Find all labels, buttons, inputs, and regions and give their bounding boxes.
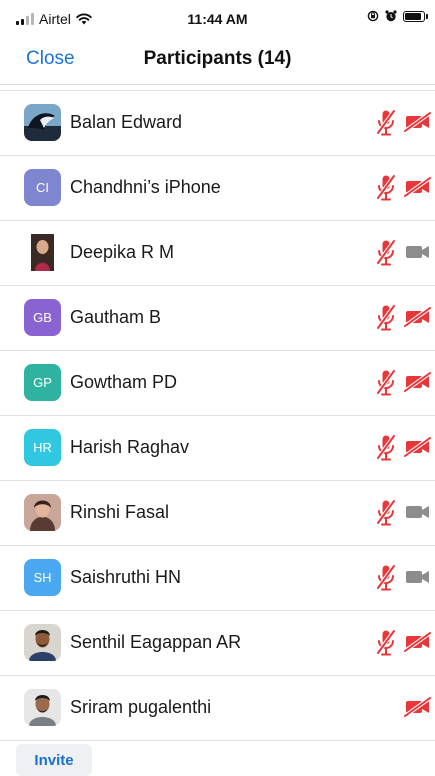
- avatar: GP: [24, 364, 61, 401]
- avatar: CI: [24, 169, 61, 206]
- orientation-lock-icon: [367, 10, 379, 22]
- participant-name: Saishruthi HN: [70, 567, 182, 587]
- avatar: [24, 494, 61, 531]
- status-bar: Airtel 11:44 AM: [0, 0, 435, 36]
- battery-icon: [403, 10, 428, 22]
- avatar: [24, 104, 61, 141]
- participant-row[interactable]: GP Gowtham PD: [0, 351, 435, 416]
- page-title: Participants (14): [143, 48, 292, 69]
- profile-photo-icon: [31, 234, 54, 271]
- participant-name: Gowtham PD: [70, 372, 178, 392]
- participant-name: Deepika R M: [70, 242, 175, 262]
- avatar: GB: [24, 299, 61, 336]
- avatar-initials: GB: [33, 310, 52, 325]
- profile-photo-icon: [24, 624, 61, 661]
- participant-name: Sriram pugalenthi: [70, 697, 212, 717]
- participant-row[interactable]: Deepika R M: [0, 221, 435, 286]
- participant-row[interactable]: GB Gautham B: [0, 286, 435, 351]
- avatar: [24, 689, 61, 726]
- video-off-icon[interactable]: [404, 696, 431, 718]
- participant-name: Rinshi Fasal: [70, 502, 170, 522]
- avatar: [24, 624, 61, 661]
- muted-icon[interactable]: [376, 434, 396, 462]
- video-off-icon[interactable]: [404, 436, 431, 458]
- participant-name: Senthil Eagappan AR: [70, 632, 242, 652]
- video-off-icon[interactable]: [404, 111, 431, 133]
- muted-icon[interactable]: [376, 499, 396, 527]
- profile-photo-icon: [24, 104, 61, 141]
- participant-name: Balan Edward: [70, 112, 183, 132]
- muted-icon[interactable]: [376, 239, 396, 267]
- muted-icon[interactable]: [376, 174, 396, 202]
- video-icon[interactable]: [404, 501, 431, 523]
- muted-icon[interactable]: [376, 369, 396, 397]
- video-off-icon[interactable]: [404, 176, 431, 198]
- participant-row[interactable]: CI Chandhni’s iPhone: [0, 156, 435, 221]
- participant-list: Balan Edward CI Chandhni’s iPhone Deepik…: [0, 90, 435, 741]
- avatar: SH: [24, 559, 61, 596]
- profile-photo-icon: [24, 689, 61, 726]
- avatar-initials: CI: [36, 180, 49, 195]
- alarm-icon: [385, 10, 397, 22]
- participant-name: Chandhni’s iPhone: [70, 177, 221, 197]
- participant-row[interactable]: Sriram pugalenthi: [0, 676, 435, 741]
- participant-name: Gautham B: [70, 307, 162, 327]
- avatar: [24, 234, 61, 271]
- nav-bar: Close Participants (14): [0, 36, 435, 85]
- avatar-initials: HR: [33, 440, 52, 455]
- muted-icon[interactable]: [376, 304, 396, 332]
- invite-button[interactable]: Invite: [16, 744, 92, 776]
- video-icon[interactable]: [404, 566, 431, 588]
- participant-name: Harish Raghav: [70, 437, 190, 457]
- muted-icon[interactable]: [376, 109, 396, 137]
- profile-photo-icon: [24, 494, 61, 531]
- status-right: [367, 10, 428, 22]
- participant-row[interactable]: Rinshi Fasal: [0, 481, 435, 546]
- avatar-initials: SH: [33, 570, 52, 585]
- participant-row[interactable]: SH Saishruthi HN: [0, 546, 435, 611]
- participant-row[interactable]: Senthil Eagappan AR: [0, 611, 435, 676]
- participant-row[interactable]: Balan Edward: [0, 90, 435, 156]
- muted-icon[interactable]: [376, 564, 396, 592]
- participant-row[interactable]: HR Harish Raghav: [0, 416, 435, 481]
- avatar: HR: [24, 429, 61, 466]
- avatar-initials: GP: [33, 375, 52, 390]
- video-off-icon[interactable]: [404, 631, 431, 653]
- video-icon[interactable]: [404, 241, 431, 263]
- video-off-icon[interactable]: [404, 371, 431, 393]
- video-off-icon[interactable]: [404, 306, 431, 328]
- muted-icon[interactable]: [376, 629, 396, 657]
